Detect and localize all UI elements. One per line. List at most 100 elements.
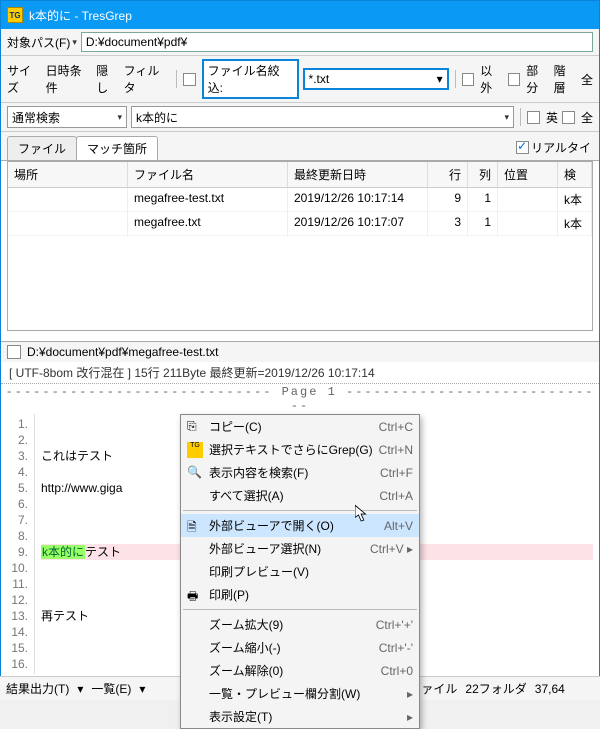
status-bytes: 37,64	[535, 682, 565, 696]
ctx-find[interactable]: 🔍表示内容を検索(F)Ctrl+F	[181, 461, 419, 484]
ctx-label: 一覧・プレビュー欄分割(W)	[209, 685, 360, 702]
eng-check[interactable]	[527, 111, 540, 124]
except-check[interactable]	[462, 73, 475, 86]
ctx-print[interactable]: 🖶 印刷(P)	[181, 583, 419, 606]
zen-check[interactable]	[562, 111, 575, 124]
separator	[183, 609, 417, 610]
search-query-value: k本的に	[136, 109, 178, 126]
ctx-shortcut: Ctrl+V ▸	[370, 542, 413, 556]
filename-filter-label: ファイル名絞込:	[202, 59, 299, 99]
ctx-label: 表示内容を検索(F)	[209, 464, 308, 481]
preview-path: D:¥document¥pdf¥megafree-test.txt	[27, 345, 218, 359]
ctx-label: ズーム縮小(-)	[209, 639, 281, 656]
path-label[interactable]: 対象パス(F)	[7, 34, 77, 51]
col-rest[interactable]: 検	[558, 162, 592, 187]
table-row[interactable]: megafree.txt 2019/12/26 10:17:07 3 1 k本	[8, 212, 592, 236]
filename-filter-check[interactable]	[183, 73, 196, 86]
preview-header: D:¥document¥pdf¥megafree-test.txt	[1, 341, 599, 362]
tab-file[interactable]: ファイル	[7, 136, 77, 160]
cell	[8, 188, 128, 212]
ctx-select-all[interactable]: すべて選択(A) Ctrl+A	[181, 484, 419, 507]
col-place[interactable]: 場所	[8, 162, 128, 187]
status-output[interactable]: 結果出力(T)	[6, 680, 69, 697]
chevron-down-icon[interactable]: ▾	[117, 112, 122, 123]
line-gutter: 1.2.3.4.5.6.7.8.9.10.11.12.13.14.15.16.	[1, 414, 35, 674]
search-query-input[interactable]: k本的に ▾	[131, 106, 514, 128]
ctx-shortcut: Alt+V	[384, 519, 413, 533]
cell: 2019/12/26 10:17:14	[288, 188, 428, 212]
ctx-shortcut: ▸	[407, 710, 413, 724]
size-filter[interactable]: サイズ	[7, 62, 42, 96]
col-name[interactable]: ファイル名	[128, 162, 288, 187]
col-line[interactable]: 行	[428, 162, 468, 187]
ctx-label: 表示設定(T)	[209, 708, 272, 725]
ctx-shortcut: Ctrl+'-'	[379, 641, 413, 655]
toolbar-row-filters: サイズ 日時条件 隠し フィルタ ファイル名絞込: *.txt▾ 以外 部分 階…	[1, 56, 599, 103]
ctx-zoom-reset[interactable]: ズーム解除(0)Ctrl+0	[181, 659, 419, 682]
chevron-down-icon: ▾	[139, 682, 145, 696]
cell	[8, 212, 128, 236]
hidden-filter[interactable]: 隠し	[96, 62, 119, 96]
cell: 9	[428, 188, 468, 212]
zen-label: 全	[581, 109, 593, 126]
grid-header: 場所 ファイル名 最終更新日時 行 列 位置 検	[8, 162, 592, 188]
cell: 3	[428, 212, 468, 236]
filename-filter-input[interactable]: *.txt▾	[303, 68, 449, 90]
ctx-display-settings[interactable]: 表示設定(T) ▸	[181, 705, 419, 728]
chevron-down-icon: ▾	[77, 682, 83, 696]
ctx-open-external[interactable]: 🗎外部ビューアで開く(O)Alt+V	[181, 514, 419, 537]
table-row[interactable]: megafree-test.txt 2019/12/26 10:17:14 9 …	[8, 188, 592, 212]
match-highlight: k本的に	[41, 545, 85, 559]
grid-body: megafree-test.txt 2019/12/26 10:17:14 9 …	[8, 188, 592, 236]
ctx-label: ズーム解除(0)	[209, 662, 283, 679]
ctx-shortcut: Ctrl+F	[380, 466, 413, 480]
divider	[455, 70, 456, 88]
cell	[498, 188, 558, 212]
path-input[interactable]: D:¥document¥pdf¥	[81, 32, 593, 52]
ctx-copy[interactable]: ⎘コピー(C)Ctrl+C	[181, 415, 419, 438]
separator	[183, 510, 417, 511]
cell: megafree-test.txt	[128, 188, 288, 212]
col-pos[interactable]: 位置	[498, 162, 558, 187]
ctx-shortcut: Ctrl+'+'	[376, 618, 413, 632]
filter-menu[interactable]: フィルタ	[124, 62, 170, 96]
tab-match[interactable]: マッチ箇所	[76, 136, 158, 160]
ctx-label: 選択テキストでさらにGrep(G)	[209, 441, 373, 458]
divider	[520, 108, 521, 126]
ctx-split[interactable]: 一覧・プレビュー欄分割(W)▸	[181, 682, 419, 705]
col-col[interactable]: 列	[468, 162, 498, 187]
ctx-shortcut: Ctrl+N	[379, 443, 413, 457]
ctx-label: すべて選択(A)	[209, 487, 284, 504]
status-folders: 22フォルダ	[465, 680, 526, 697]
all-label[interactable]: 全	[581, 71, 593, 88]
datetime-filter[interactable]: 日時条件	[46, 62, 93, 96]
ctx-label: 外部ビューアで開く(O)	[209, 517, 334, 534]
context-menu[interactable]: ⎘コピー(C)Ctrl+C TG選択テキストでさらにGrep(G)Ctrl+N …	[180, 414, 420, 729]
window-title: k本的に - TresGrep	[29, 7, 593, 24]
toolbar-row-path: 対象パス(F) D:¥document¥pdf¥	[1, 29, 599, 56]
chevron-down-icon[interactable]: ▾	[504, 112, 509, 123]
ctx-grep[interactable]: TG選択テキストでさらにGrep(G)Ctrl+N	[181, 438, 419, 461]
toolbar-row-search: 通常検索 ▾ k本的に ▾ 英 全	[1, 103, 599, 132]
ctx-shortcut: Ctrl+A	[379, 489, 413, 503]
hier-button[interactable]: 階層	[554, 62, 577, 96]
results-grid[interactable]: 場所 ファイル名 最終更新日時 行 列 位置 検 megafree-test.t…	[7, 161, 593, 331]
search-mode-select[interactable]: 通常検索 ▾	[7, 106, 127, 128]
eng-label: 英	[546, 109, 558, 126]
ctx-zoom-out[interactable]: ズーム縮小(-) Ctrl+'-'	[181, 636, 419, 659]
ctx-shortcut: Ctrl+C	[379, 420, 413, 434]
except-label: 以外	[480, 62, 503, 96]
search-mode-value: 通常検索	[12, 109, 60, 126]
ctx-zoom-in[interactable]: ズーム拡大(9)Ctrl+'+'	[181, 613, 419, 636]
titlebar[interactable]: TG k本的に - TresGrep	[1, 1, 599, 29]
status-list[interactable]: 一覧(E)	[91, 680, 131, 697]
realtime-check[interactable]	[516, 141, 529, 154]
realtime-toggle[interactable]: リアルタイ	[508, 135, 599, 160]
chevron-down-icon[interactable]: ▾	[437, 72, 443, 86]
ctx-select-external[interactable]: 外部ビューア選択(N)Ctrl+V ▸	[181, 537, 419, 560]
ctx-label: 印刷(P)	[209, 586, 249, 603]
ctx-print-preview[interactable]: 印刷プレビュー(V)	[181, 560, 419, 583]
print-icon: 🖶	[187, 587, 203, 603]
col-date[interactable]: 最終更新日時	[288, 162, 428, 187]
partial-check[interactable]	[508, 73, 521, 86]
